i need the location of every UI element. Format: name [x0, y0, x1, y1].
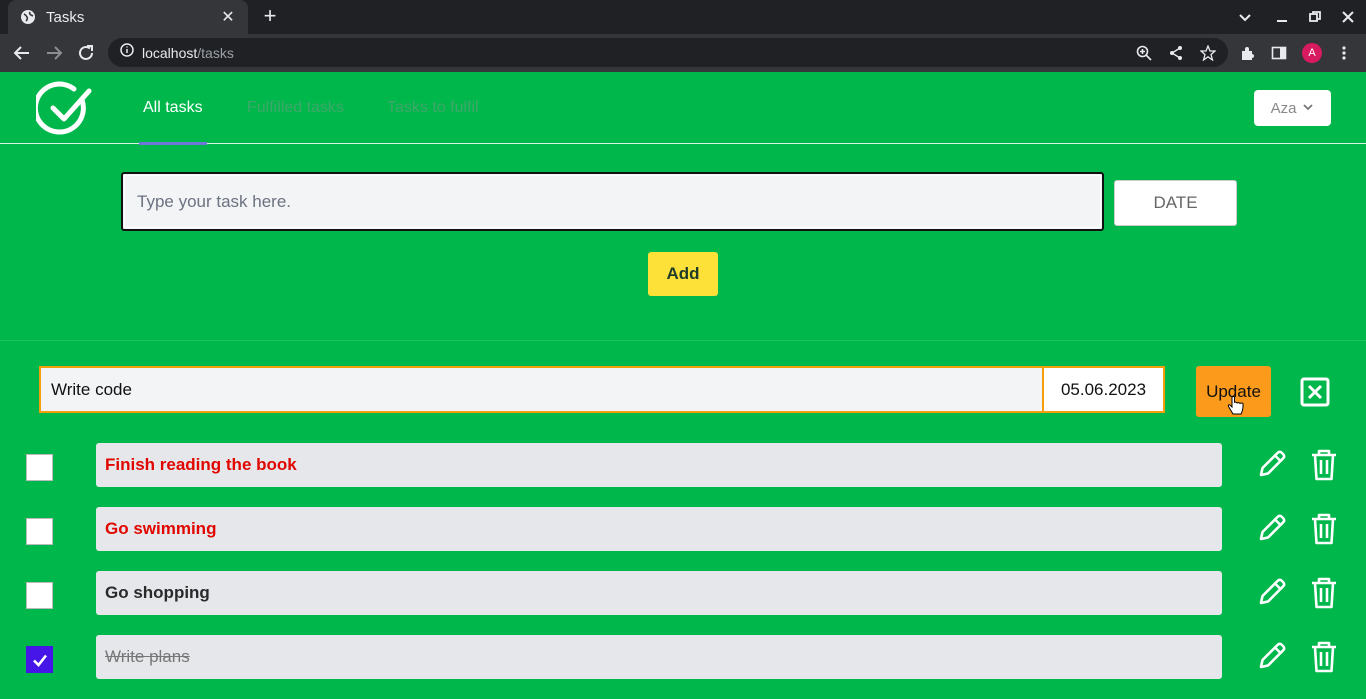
- hand-pointer-icon: [1227, 396, 1245, 416]
- side-panel-icon[interactable]: [1267, 41, 1291, 65]
- trash-icon[interactable]: [1308, 576, 1340, 610]
- browser-menu-icon[interactable]: [1332, 41, 1356, 65]
- nav-tasks-to-fulfil[interactable]: Tasks to fulfil: [387, 99, 479, 117]
- pencil-icon[interactable]: [1256, 576, 1288, 608]
- globe-icon: [20, 9, 36, 25]
- bookmark-star-icon[interactable]: [1196, 41, 1220, 65]
- add-task-button[interactable]: Add: [648, 252, 718, 296]
- task-text: Go swimming: [96, 507, 1222, 551]
- task-row: Go swimming: [0, 507, 1366, 551]
- task-text: Write plans: [96, 635, 1222, 679]
- user-name: Aza: [1270, 99, 1297, 117]
- new-tab-button[interactable]: +: [258, 5, 282, 29]
- tab-close-icon[interactable]: ✕: [218, 7, 238, 27]
- pencil-icon[interactable]: [1256, 640, 1288, 672]
- task-checkbox-checked[interactable]: [26, 646, 53, 673]
- url-text: localhost/tasks: [142, 44, 234, 61]
- tab-search-chevron-icon[interactable]: [1229, 0, 1261, 34]
- address-bar[interactable]: localhost/tasks: [108, 38, 1228, 67]
- minimize-icon[interactable]: [1266, 0, 1298, 34]
- site-info-icon[interactable]: [120, 43, 134, 62]
- edit-task-input[interactable]: Write code: [41, 368, 1042, 411]
- profile-avatar[interactable]: A: [1300, 41, 1324, 65]
- task-row: Go shopping: [0, 571, 1366, 615]
- tab-title: Tasks: [46, 8, 85, 26]
- restore-icon[interactable]: [1299, 0, 1331, 34]
- nav-all-tasks[interactable]: All tasks: [143, 99, 203, 117]
- forward-icon[interactable]: [42, 41, 66, 65]
- pencil-icon[interactable]: [1256, 512, 1288, 544]
- edit-task-date[interactable]: 05.06.2023: [1042, 368, 1163, 411]
- extensions-icon[interactable]: [1236, 41, 1260, 65]
- pencil-icon[interactable]: [1256, 448, 1288, 480]
- trash-icon[interactable]: [1308, 640, 1340, 674]
- window-close-icon[interactable]: [1332, 0, 1364, 34]
- new-task-input[interactable]: [121, 172, 1104, 231]
- task-row: Finish reading the book: [0, 443, 1366, 487]
- app-header: All tasks Fulfilled tasks Tasks to fulfi…: [0, 72, 1366, 145]
- zoom-icon[interactable]: [1132, 41, 1156, 65]
- active-tab-indicator: [139, 142, 207, 145]
- cancel-edit-icon[interactable]: [1299, 376, 1331, 408]
- reload-icon[interactable]: [74, 41, 98, 65]
- nav-fulfilled-tasks[interactable]: Fulfilled tasks: [247, 99, 344, 117]
- trash-icon[interactable]: [1308, 512, 1340, 546]
- section-divider: [0, 340, 1366, 341]
- browser-tabstrip: Tasks ✕ +: [0, 0, 1366, 34]
- browser-toolbar: localhost/tasks A: [0, 34, 1366, 72]
- task-checkbox[interactable]: [26, 582, 53, 609]
- task-checkbox[interactable]: [26, 454, 53, 481]
- trash-icon[interactable]: [1308, 448, 1340, 482]
- user-menu-button[interactable]: Aza: [1254, 90, 1331, 126]
- task-row: Write plans: [0, 635, 1366, 679]
- back-icon[interactable]: [10, 41, 34, 65]
- task-text: Go shopping: [96, 571, 1222, 615]
- task-checkbox[interactable]: [26, 518, 53, 545]
- date-picker-button[interactable]: DATE: [1114, 180, 1237, 226]
- task-text: Finish reading the book: [96, 443, 1222, 487]
- browser-tab[interactable]: Tasks ✕: [8, 0, 248, 34]
- check-logo-icon[interactable]: [32, 80, 94, 138]
- chevron-down-icon: [1302, 100, 1314, 117]
- edit-task-form: Write code 05.06.2023: [39, 366, 1165, 413]
- share-icon[interactable]: [1164, 41, 1188, 65]
